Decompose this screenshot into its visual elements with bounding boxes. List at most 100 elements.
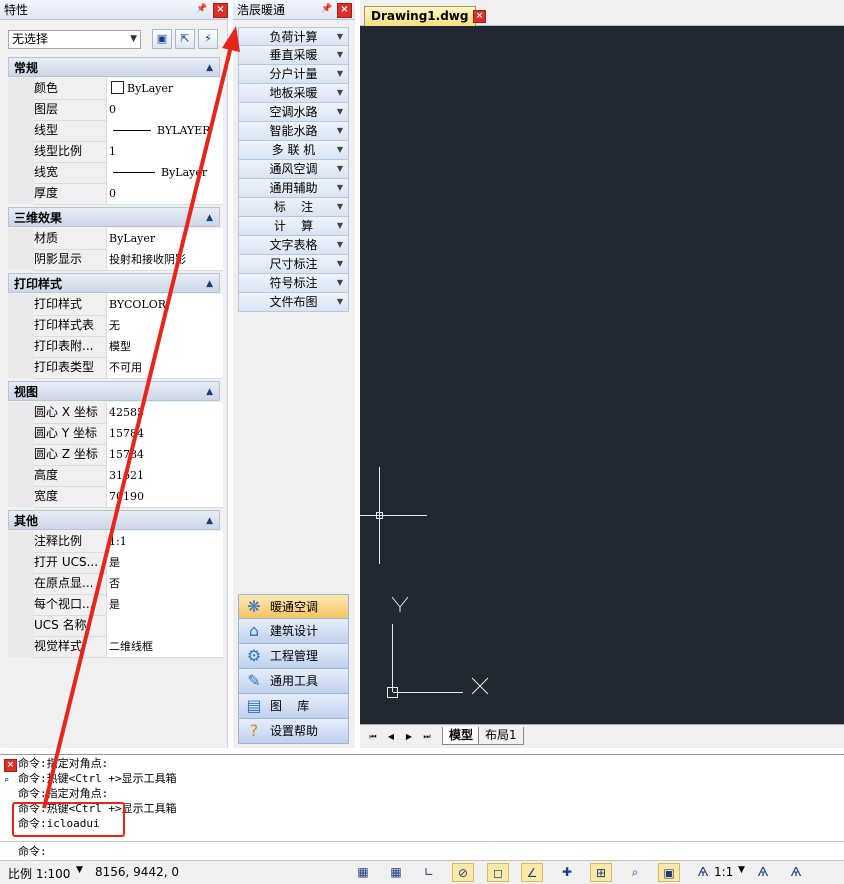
- auto-scale-icon[interactable]: Ѧ: [785, 863, 807, 882]
- property-value[interactable]: 投射和接收阴影: [106, 249, 223, 271]
- property-value[interactable]: 是: [106, 594, 223, 616]
- collapse-icon[interactable]: ▲: [206, 382, 213, 402]
- polar-icon[interactable]: ⊘: [452, 863, 474, 882]
- grid-icon[interactable]: ▦: [385, 863, 407, 882]
- first-layout-button[interactable]: ⏮: [366, 730, 380, 744]
- property-value[interactable]: 无: [106, 315, 223, 337]
- module-button[interactable]: ⌂ 建筑设计: [238, 619, 349, 644]
- quick-view-icon[interactable]: ⌕: [624, 863, 646, 882]
- property-row[interactable]: 线型 BYLAYER: [8, 120, 223, 142]
- category-header[interactable]: 常规 ▲: [8, 57, 220, 77]
- hvac-menu-item[interactable]: 空调水路 ▼: [238, 103, 349, 122]
- pin-icon[interactable]: 📌: [321, 3, 333, 15]
- property-value[interactable]: 15784: [106, 444, 223, 466]
- pin-icon[interactable]: 📌: [196, 3, 208, 15]
- property-row[interactable]: 在原点显... 否: [8, 573, 223, 595]
- property-row[interactable]: 宽度 70190: [8, 486, 223, 508]
- property-row[interactable]: 打开 UCS... 是: [8, 552, 223, 574]
- hvac-menu-item[interactable]: 垂直采暖 ▼: [238, 46, 349, 65]
- module-button[interactable]: ▤ 图 库: [238, 694, 349, 719]
- property-row[interactable]: 厚度 0: [8, 183, 223, 205]
- module-button[interactable]: ? 设置帮助: [238, 719, 349, 744]
- property-row[interactable]: 打印样式 BYCOLOR: [8, 294, 223, 316]
- property-row[interactable]: 视觉样式 二维线框: [8, 636, 223, 658]
- next-layout-button[interactable]: ▶: [402, 730, 416, 744]
- property-value[interactable]: 0: [106, 99, 223, 121]
- property-row[interactable]: 材质 ByLayer: [8, 228, 223, 250]
- property-row[interactable]: 颜色 ByLayer: [8, 78, 223, 100]
- category-header[interactable]: 视图 ▲: [8, 381, 220, 401]
- property-row[interactable]: 打印表类型 不可用: [8, 357, 223, 379]
- property-row[interactable]: 每个视口... 是: [8, 594, 223, 616]
- property-row[interactable]: 打印表附... 模型: [8, 336, 223, 358]
- hvac-close-button[interactable]: ×: [337, 3, 352, 18]
- select-objects-button[interactable]: ⇱: [175, 29, 195, 49]
- command-close-button[interactable]: ×: [4, 759, 17, 772]
- collapse-icon[interactable]: ▲: [206, 274, 213, 294]
- property-value[interactable]: 42585: [106, 402, 223, 424]
- property-row[interactable]: 圆心 Y 坐标 15784: [8, 423, 223, 445]
- module-button[interactable]: ⚙ 工程管理: [238, 644, 349, 669]
- hvac-menu-item[interactable]: 文字表格 ▼: [238, 236, 349, 255]
- hvac-menu-item[interactable]: 通风空调 ▼: [238, 160, 349, 179]
- category-header[interactable]: 其他 ▲: [8, 510, 220, 530]
- hvac-menu-item[interactable]: 符号标注 ▼: [238, 274, 349, 293]
- property-value[interactable]: 模型: [106, 336, 223, 358]
- pin-icon[interactable]: ᵖ: [5, 777, 9, 787]
- hvac-menu-item[interactable]: 多 联 机 ▼: [238, 141, 349, 160]
- property-value[interactable]: 0: [106, 183, 223, 205]
- property-value[interactable]: 1:1: [106, 531, 223, 553]
- selection-dropdown[interactable]: 无选择 ▼: [8, 30, 141, 49]
- property-value[interactable]: BYLAYER: [106, 120, 223, 142]
- collapse-icon[interactable]: ▲: [206, 208, 213, 228]
- property-row[interactable]: 高度 31621: [8, 465, 223, 487]
- annotation-scale[interactable]: 1:1: [714, 865, 733, 879]
- hvac-menu-item[interactable]: 智能水路 ▼: [238, 122, 349, 141]
- module-button[interactable]: ✎ 通用工具: [238, 669, 349, 694]
- last-layout-button[interactable]: ⏭: [420, 730, 434, 744]
- property-value[interactable]: 1: [106, 141, 223, 163]
- chevron-down-icon[interactable]: ▼: [738, 865, 745, 875]
- annotation-visibility-icon[interactable]: Ѧ: [752, 863, 774, 882]
- property-row[interactable]: 线型比例 1: [8, 141, 223, 163]
- ortho-icon[interactable]: ∟: [418, 863, 440, 882]
- property-row[interactable]: 图层 0: [8, 99, 223, 121]
- hvac-menu-item[interactable]: 通用辅助 ▼: [238, 179, 349, 198]
- property-value[interactable]: [106, 615, 223, 637]
- property-value[interactable]: 15784: [106, 423, 223, 445]
- property-row[interactable]: 线宽 ByLayer: [8, 162, 223, 184]
- collapse-icon[interactable]: ▲: [206, 511, 213, 531]
- collapse-icon[interactable]: ▲: [206, 58, 213, 78]
- dyn-icon[interactable]: ✚: [556, 863, 578, 882]
- toggle-pickadd-button[interactable]: ▣: [152, 29, 172, 49]
- property-value[interactable]: 是: [106, 552, 223, 574]
- model-space-icon[interactable]: ▣: [658, 863, 680, 882]
- snap-grid-icon[interactable]: ▦: [352, 863, 374, 882]
- chevron-down-icon[interactable]: ▼: [76, 865, 83, 875]
- quick-select-button[interactable]: ⚡: [198, 29, 218, 49]
- category-header[interactable]: 打印样式 ▲: [8, 273, 220, 293]
- category-header[interactable]: 三维效果 ▲: [8, 207, 220, 227]
- annotation-scale-icon[interactable]: Ѧ: [692, 863, 714, 882]
- command-input[interactable]: 命令:: [0, 841, 844, 860]
- property-row[interactable]: 圆心 X 坐标 42585: [8, 402, 223, 424]
- hvac-menu-item[interactable]: 计 算 ▼: [238, 217, 349, 236]
- prev-layout-button[interactable]: ◀: [384, 730, 398, 744]
- property-value[interactable]: ByLayer: [106, 162, 223, 184]
- property-row[interactable]: 打印样式表无: [8, 315, 223, 337]
- property-value[interactable]: 二维线框: [106, 636, 223, 658]
- property-value[interactable]: 否: [106, 573, 223, 595]
- property-value[interactable]: ByLayer: [106, 78, 223, 100]
- otrack-icon[interactable]: ∠: [521, 863, 543, 882]
- scale-label[interactable]: 比例 1:100: [8, 865, 70, 882]
- osnap-icon[interactable]: ◻: [487, 863, 509, 882]
- lineweight-icon[interactable]: ⊞: [590, 863, 612, 882]
- property-row[interactable]: 圆心 Z 坐标 15784: [8, 444, 223, 466]
- hvac-menu-item[interactable]: 负荷计算 ▼: [238, 27, 349, 46]
- close-tab-button[interactable]: ×: [473, 10, 486, 23]
- property-row[interactable]: 注释比例 1:1: [8, 531, 223, 553]
- property-value[interactable]: BYCOLOR: [106, 294, 223, 316]
- hvac-menu-item[interactable]: 分户计量 ▼: [238, 65, 349, 84]
- hvac-menu-item[interactable]: 标 注 ▼: [238, 198, 349, 217]
- property-value[interactable]: 31621: [106, 465, 223, 487]
